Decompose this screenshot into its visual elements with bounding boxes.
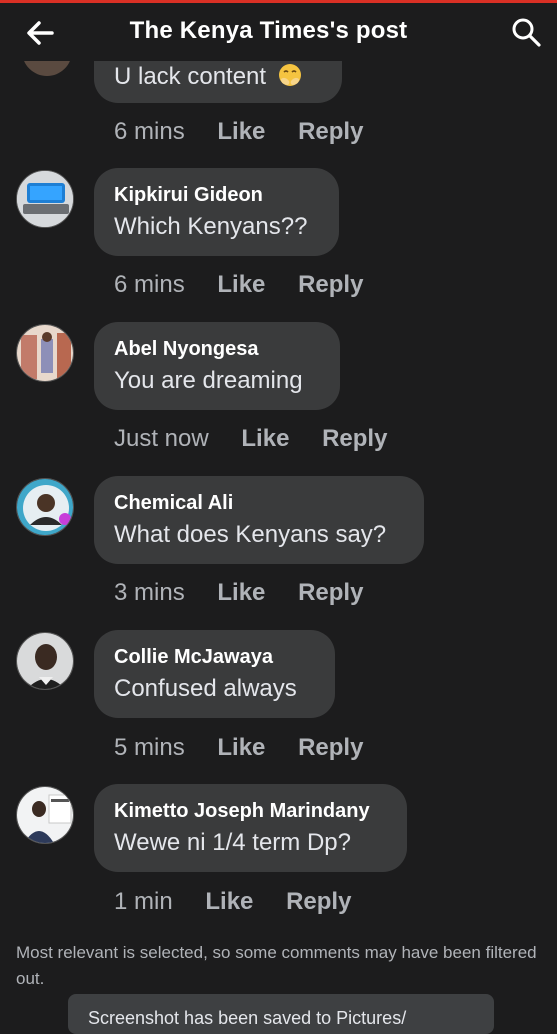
comment-time: 5 mins [114,734,185,761]
comment-time: Just now [114,425,209,452]
commenter-name[interactable]: Kimetto Joseph Marindany [114,797,387,825]
commenter-name[interactable]: Kipkirui Gideon [114,181,319,209]
comment-actions: 5 mins Like Reply [114,731,363,765]
avatar[interactable] [16,170,74,228]
like-button[interactable]: Like [217,271,265,298]
avatar[interactable] [16,632,74,690]
comment-actions: 6 mins Like Reply [114,115,363,149]
comment-bubble[interactable]: Chemical Ali What does Kenyans say? [94,476,424,564]
avatar[interactable] [16,786,74,844]
comment-text: Which Kenyans?? [114,213,308,240]
like-button[interactable]: Like [217,579,265,606]
comment-text: Wewe ni 1/4 term Dp? [114,829,351,856]
reply-button[interactable]: Reply [298,271,363,298]
commenter-name[interactable]: Collie McJawaya [114,643,315,671]
reply-button[interactable]: Reply [298,734,363,761]
like-button[interactable]: Like [217,118,265,145]
comment-actions: 6 mins Like Reply [114,268,363,302]
reply-button[interactable]: Reply [322,425,387,452]
like-button[interactable]: Like [241,425,289,452]
comment-bubble[interactable]: Kimetto Joseph Marindany Wewe ni 1/4 ter… [94,784,407,872]
like-button[interactable]: Like [217,734,265,761]
comment-actions: 3 mins Like Reply [114,576,363,610]
comment-actions: Just now Like Reply [114,422,387,456]
comment-text: U lack content [114,63,267,90]
comment-time: 6 mins [114,271,185,298]
comment-actions: 1 min Like Reply [114,885,351,919]
header-bar: The Kenya Times's post [0,3,557,61]
comment-text: Confused always [114,675,297,702]
emoji-icon [278,64,301,86]
comment-time: 3 mins [114,579,185,606]
avatar[interactable] [16,478,74,536]
reply-button[interactable]: Reply [298,118,363,145]
commenter-name[interactable]: Chemical Ali [114,489,404,517]
like-button[interactable]: Like [205,888,253,915]
reply-button[interactable]: Reply [286,888,351,915]
comment-text: What does Kenyans say? [114,521,387,548]
screenshot-toast: Screenshot has been saved to Pictures/ [68,994,494,1034]
comment-bubble[interactable]: Abel Nyongesa You are dreaming [94,322,340,410]
avatar[interactable] [16,324,74,382]
comment-bubble[interactable]: Kipkirui Gideon Which Kenyans?? [94,168,339,256]
search-icon[interactable] [510,16,542,48]
filter-notice: Most relevant is selected, so some comme… [16,943,537,988]
page-title: The Kenya Times's post [129,17,408,44]
comment-time: 1 min [114,888,173,915]
comment-bubble[interactable]: Collie McJawaya Confused always [94,630,335,718]
commenter-name[interactable]: Abel Nyongesa [114,335,320,363]
comment-bubble-partial[interactable]: U lack content [94,55,342,103]
comment-time: 6 mins [114,118,185,145]
comment-text: You are dreaming [114,367,303,394]
reply-button[interactable]: Reply [298,579,363,606]
